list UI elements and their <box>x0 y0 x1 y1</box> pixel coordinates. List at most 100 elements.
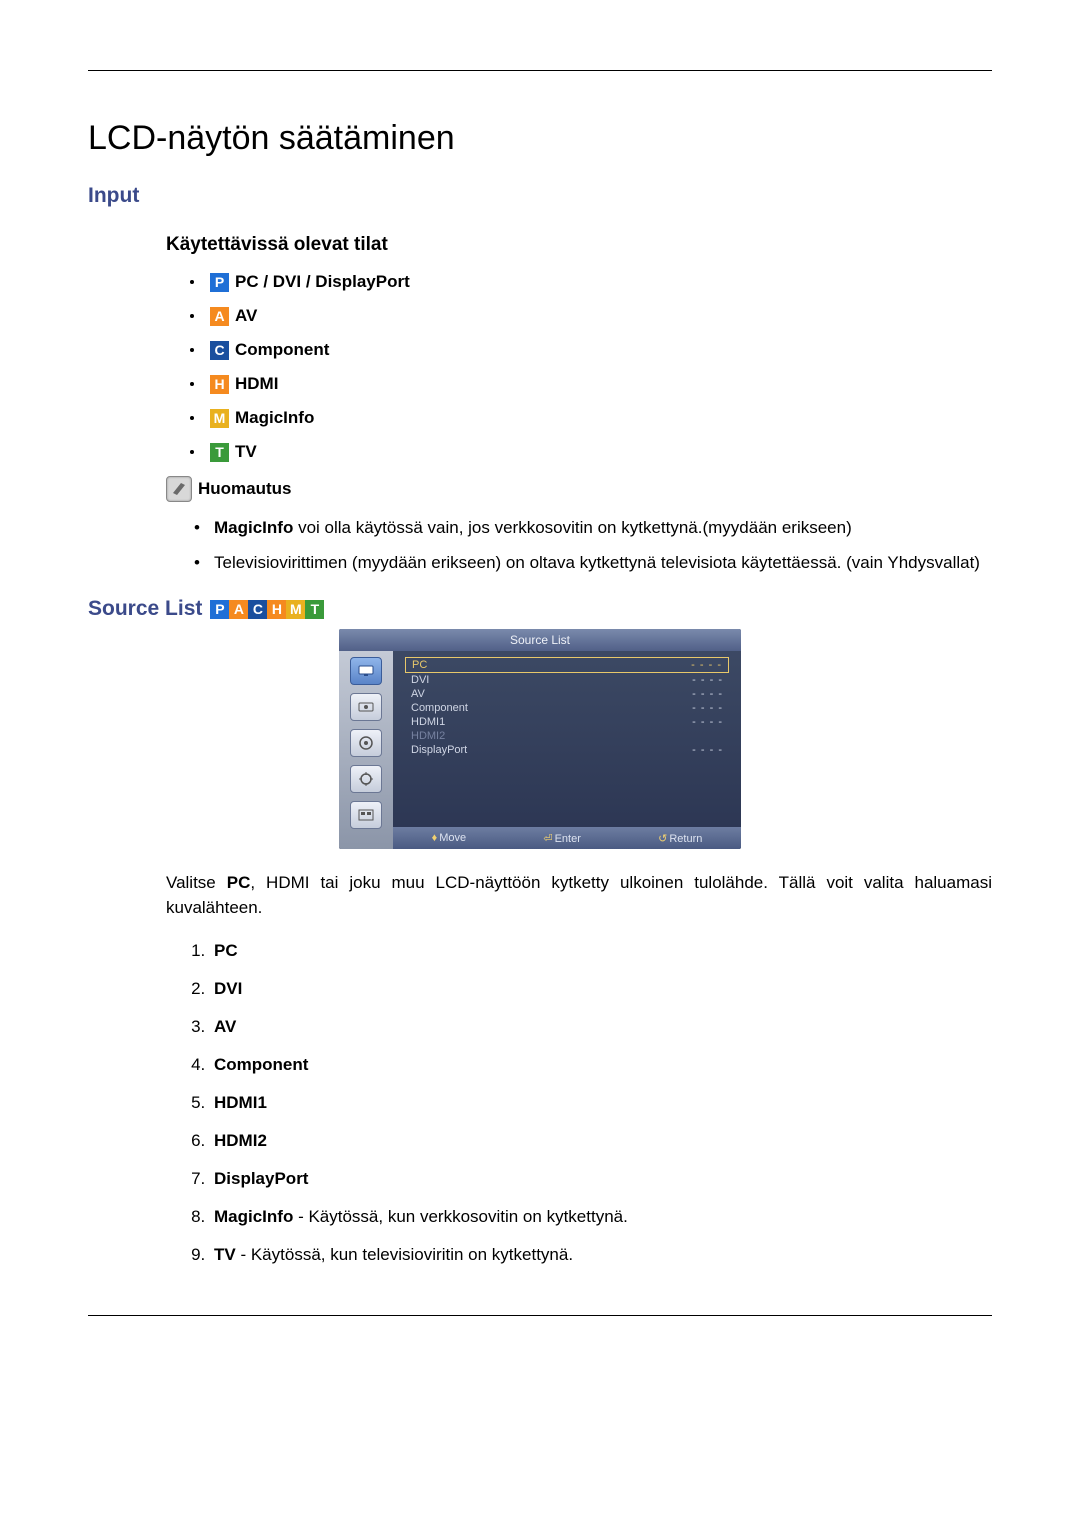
mode-label: Component <box>235 340 329 360</box>
osd-row: AV - - - - <box>405 687 729 701</box>
note-label: Huomautus <box>198 479 292 499</box>
numbered-list: PC DVI AV Component HDMI1 HDMI2 DisplayP… <box>88 941 992 1265</box>
osd-row: PC- - - - <box>405 657 729 673</box>
list-item: Component <box>210 1055 992 1075</box>
osd-main: PC- - - - DVI - - - - AV - - - - Component… <box>393 651 741 849</box>
para-bold: PC <box>227 873 251 892</box>
osd-row-label: Component <box>411 702 468 714</box>
osd-row-value: - - - - <box>692 716 723 728</box>
bullet-icon <box>190 416 194 420</box>
osd-row-value: - - - - <box>692 702 723 714</box>
strip-c-icon: C <box>248 600 267 619</box>
section-input-heading: Input <box>88 184 992 208</box>
osd-side-icon <box>350 657 382 685</box>
source-list-paragraph: Valitse PC, HDMI tai joku muu LCD-näyttö… <box>88 871 992 920</box>
list-bold: Component <box>214 1055 308 1074</box>
strip-p-icon: P <box>210 600 229 619</box>
strip-t-icon: T <box>305 600 324 619</box>
page: LCD-näytön säätäminen Input Käytettäviss… <box>0 0 1080 1527</box>
osd-body: PC- - - - DVI - - - - AV - - - - Component… <box>339 651 741 849</box>
note-heading: Huomautus <box>166 476 992 502</box>
badge-m-icon: M <box>210 409 229 428</box>
top-rule <box>88 70 992 71</box>
list-bold: HDMI1 <box>214 1093 267 1112</box>
source-list-heading-row: Source List P A C H M T <box>88 597 992 621</box>
osd-row: Component - - - - <box>405 701 729 715</box>
list-bold: PC <box>214 941 238 960</box>
mode-item: P PC / DVI / DisplayPort <box>190 272 992 292</box>
strip-h-icon: H <box>267 600 286 619</box>
list-text: - Käytössä, kun televisioviritin on kytk… <box>236 1245 573 1264</box>
badge-p-icon: P <box>210 273 229 292</box>
mode-item: M MagicInfo <box>190 408 992 428</box>
badge-c-icon: C <box>210 341 229 360</box>
page-title: LCD-näytön säätäminen <box>88 119 992 158</box>
mode-label: TV <box>235 442 257 462</box>
osd-screenshot-wrap: Source List PC- - - - DVI - - - - AV - - -… <box>88 629 992 849</box>
note-list: MagicInfo voi olla käytössä vain, jos ve… <box>166 516 992 575</box>
strip-a-icon: A <box>229 600 248 619</box>
osd-row: DisplayPort - - - - <box>405 743 729 757</box>
bullet-icon <box>190 382 194 386</box>
list-item: MagicInfo - Käytössä, kun verkkosovitin … <box>210 1207 992 1227</box>
available-modes-heading: Käytettävissä olevat tilat <box>88 234 992 256</box>
bullet-icon <box>190 314 194 318</box>
note-item: MagicInfo voi olla käytössä vain, jos ve… <box>190 516 992 541</box>
osd-row-label: DVI <box>411 674 429 686</box>
note-block: Huomautus MagicInfo voi olla käytössä va… <box>88 476 992 575</box>
osd-side-icon <box>350 765 382 793</box>
list-text: - Käytössä, kun verkkosovitin on kytkett… <box>293 1207 627 1226</box>
bottom-rule <box>88 1315 992 1316</box>
note-item: Televisiovirittimen (myydään erikseen) o… <box>190 551 992 576</box>
mode-label: HDMI <box>235 374 278 394</box>
para-post: , HDMI tai joku muu LCD-näyttöön kytkett… <box>166 873 992 917</box>
list-item: TV - Käytössä, kun televisioviritin on k… <box>210 1245 992 1265</box>
badge-t-icon: T <box>210 443 229 462</box>
osd-row-value: - - - - <box>691 659 722 671</box>
osd-row: HDMI2 <box>405 729 729 743</box>
osd-foot-move: ♦Move <box>432 832 467 844</box>
mode-label: PC / DVI / DisplayPort <box>235 272 410 292</box>
list-item: DisplayPort <box>210 1169 992 1189</box>
badge-a-icon: A <box>210 307 229 326</box>
osd-row-label: HDMI1 <box>411 716 445 728</box>
list-bold: AV <box>214 1017 236 1036</box>
note-text: Televisiovirittimen (myydään erikseen) o… <box>214 553 980 572</box>
list-bold: DVI <box>214 979 242 998</box>
osd-panel: Source List PC- - - - DVI - - - - AV - - -… <box>339 629 741 849</box>
list-item: HDMI2 <box>210 1131 992 1151</box>
osd-title-bar: Source List <box>339 629 741 651</box>
osd-row-value: - - - - <box>692 744 723 756</box>
note-text: voi olla käytössä vain, jos verkkosoviti… <box>293 518 851 537</box>
osd-row: HDMI1 - - - - <box>405 715 729 729</box>
note-icon <box>166 476 192 502</box>
osd-side-icon <box>350 801 382 829</box>
mode-label: AV <box>235 306 257 326</box>
bullet-icon <box>190 348 194 352</box>
mode-label: MagicInfo <box>235 408 314 428</box>
osd-footer: ♦Move ⏎Enter ↺Return <box>393 827 741 849</box>
list-item: AV <box>210 1017 992 1037</box>
bullet-icon <box>190 450 194 454</box>
osd-side-icon <box>350 693 382 721</box>
list-bold: DisplayPort <box>214 1169 308 1188</box>
para-pre: Valitse <box>166 873 227 892</box>
osd-foot-return: ↺Return <box>658 832 702 845</box>
osd-row-value: - - - - <box>692 688 723 700</box>
osd-side-icon <box>350 729 382 757</box>
osd-sidebar <box>339 651 393 849</box>
list-bold: HDMI2 <box>214 1131 267 1150</box>
osd-foot-enter: ⏎Enter <box>543 832 581 845</box>
osd-row-label: HDMI2 <box>411 730 445 742</box>
osd-row: DVI - - - - <box>405 673 729 687</box>
badge-h-icon: H <box>210 375 229 394</box>
mode-list: P PC / DVI / DisplayPort A AV C Component H… <box>88 272 992 462</box>
list-bold: MagicInfo <box>214 1207 293 1226</box>
osd-row-label: DisplayPort <box>411 744 467 756</box>
osd-row-label: AV <box>411 688 425 700</box>
osd-row-value: - - - - <box>692 674 723 686</box>
list-item: PC <box>210 941 992 961</box>
mode-item: H HDMI <box>190 374 992 394</box>
list-bold: TV <box>214 1245 236 1264</box>
source-list-heading: Source List <box>88 597 202 621</box>
